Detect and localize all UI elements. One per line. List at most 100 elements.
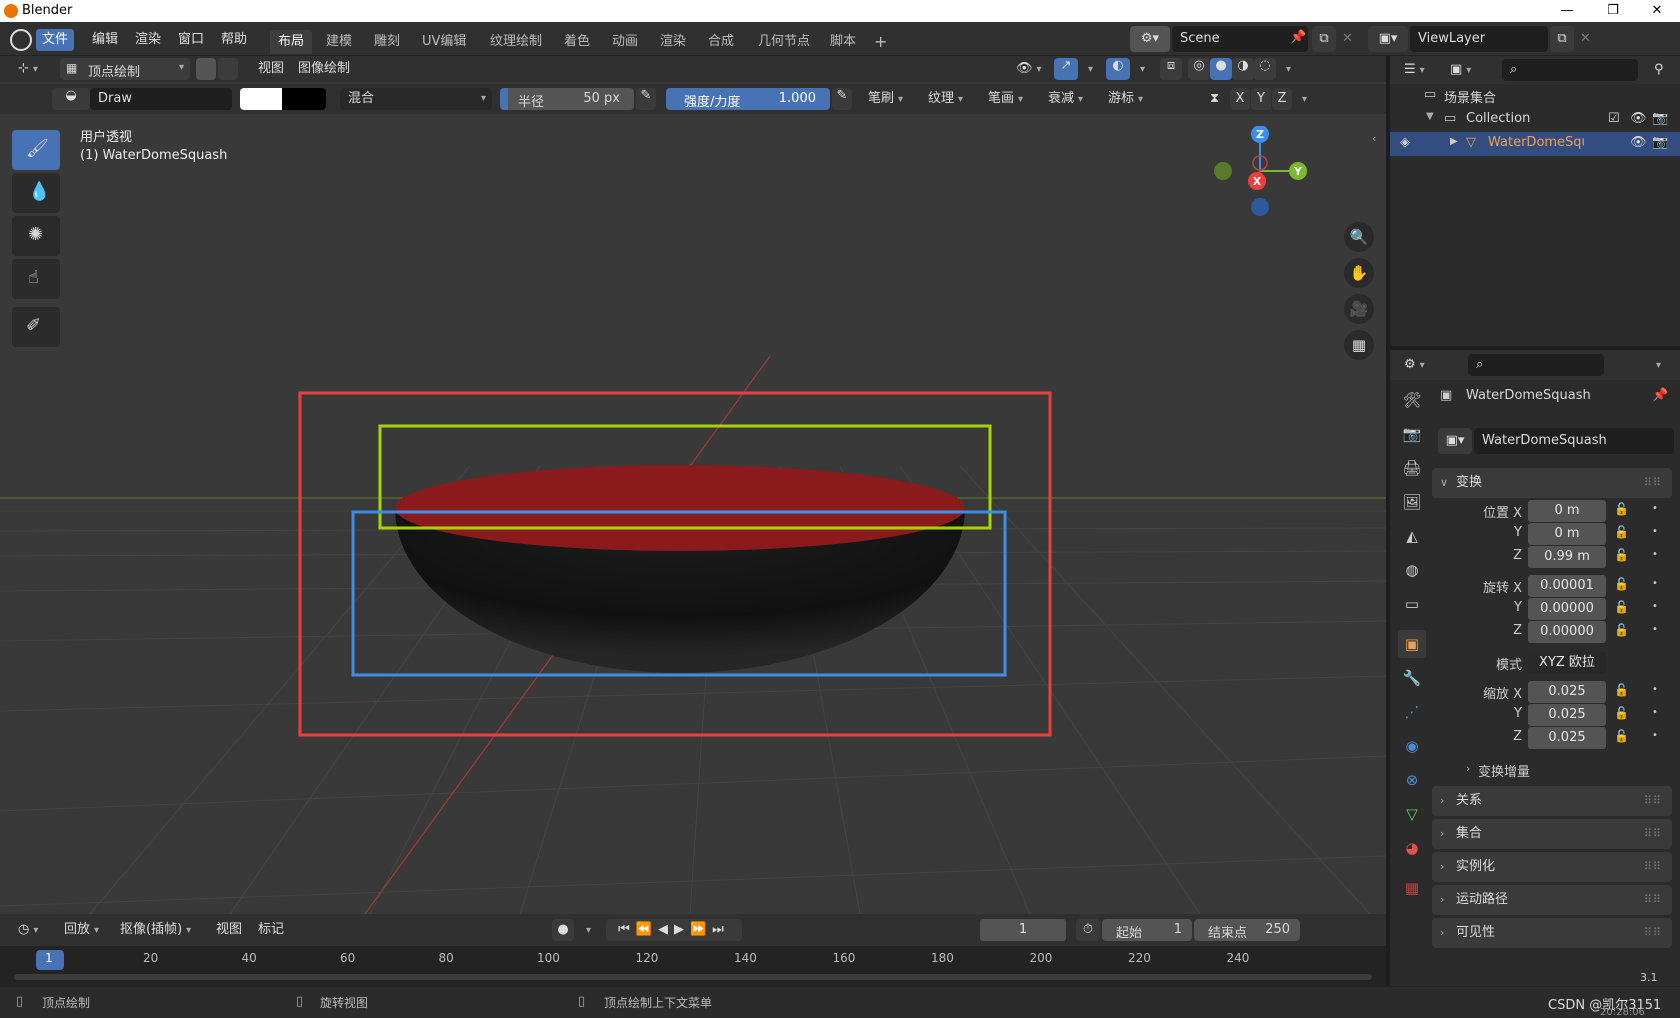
visibility-panel-header[interactable]: › 可见性 ⠿⠿ [1432, 918, 1672, 948]
editor-type-icon[interactable]: ⊹ ▾ [12, 58, 44, 80]
overlay-dropdown[interactable]: ▾ [1130, 58, 1151, 80]
tab-modeling[interactable]: 建模 [318, 30, 360, 54]
zoom-icon[interactable]: 🔍 [1344, 222, 1374, 252]
timeline-ruler[interactable]: 1 20 40 60 80 100 120 140 160 180 200 220 240 [0, 946, 1386, 986]
symmetry-dropdown[interactable]: ▾ [1292, 88, 1313, 110]
end-frame-field[interactable]: 结束点 250 [1194, 919, 1300, 941]
gizmo-toggle-icon[interactable]: ↗ [1054, 58, 1078, 80]
pan-hand-icon[interactable]: ✋ [1344, 258, 1374, 288]
keyframe-dot-icon[interactable]: • [1652, 624, 1658, 635]
tab-rendering[interactable]: 渲染 [652, 30, 694, 54]
new-scene-icon[interactable]: ⧉ [1312, 26, 1336, 52]
maximize-button[interactable]: ❐ [1590, 0, 1636, 22]
texture-tab-icon[interactable]: ▦ [1398, 874, 1426, 902]
pin-icon[interactable]: 📌 [1290, 30, 1306, 45]
material-shading-icon[interactable]: ◑ [1232, 58, 1254, 80]
lock-icon[interactable]: 🔓 [1614, 623, 1629, 637]
primary-color-swatch[interactable] [240, 88, 282, 110]
keyframe-dot-icon[interactable]: • [1652, 601, 1658, 612]
mirror-x-toggle[interactable]: X [1230, 88, 1250, 110]
properties-search-input[interactable]: ⌕ [1468, 354, 1604, 376]
mesh-data-tab-icon[interactable]: ▽ [1398, 800, 1426, 828]
secondary-color-swatch[interactable] [282, 88, 326, 110]
ortho-grid-icon[interactable]: ▦ [1344, 330, 1374, 360]
material-tab-icon[interactable]: ◕ [1398, 834, 1426, 862]
gizmo-dropdown[interactable]: ▾ [1078, 58, 1099, 80]
delete-scene-icon[interactable]: ✕ [1342, 31, 1353, 46]
keyframe-dot-icon[interactable]: • [1652, 707, 1658, 718]
solid-shading-icon[interactable]: ● [1210, 58, 1232, 80]
symmetry-icon[interactable]: ⧗ [1204, 88, 1225, 110]
object-row-waterdomesquash[interactable]: ◈ ▶ ▽ WaterDomeSquash 👁 📷 [1390, 132, 1680, 156]
smear-tool-button[interactable]: ☝ [12, 259, 60, 299]
object-eye-icon[interactable]: 👁 [1630, 135, 1647, 150]
scale-x-field[interactable]: 0.025 [1528, 681, 1606, 703]
eye-icon[interactable]: 👁 [1630, 111, 1647, 126]
rotation-x-field[interactable]: 0.00001 [1528, 575, 1606, 597]
rendered-shading-icon[interactable]: ◌ [1254, 58, 1276, 80]
record-icon[interactable]: ● [552, 919, 574, 941]
tab-compositing[interactable]: 合成 [700, 30, 742, 54]
keyframe-dot-icon[interactable]: • [1652, 578, 1658, 589]
filter-icon[interactable]: ⚲ [1648, 59, 1670, 81]
preview-range-icon[interactable]: ⏱ [1076, 919, 1100, 941]
mask-face-icon[interactable] [196, 58, 216, 80]
object-browse-icon[interactable]: ▣▾ [1438, 428, 1472, 454]
strength-slider[interactable]: 强度/力度 1.000 [666, 88, 830, 110]
menu-render[interactable]: 渲染 [129, 29, 167, 51]
draw-tool-button[interactable]: 🖌 [12, 130, 60, 170]
rotation-y-field[interactable]: 0.00000 [1528, 598, 1606, 620]
menu-marker[interactable]: 标记 [252, 919, 290, 941]
brush-preview-icon[interactable]: ◒ [52, 88, 90, 110]
outliner-editor-type-icon[interactable]: ☰ ▾ [1398, 59, 1431, 81]
xray-icon[interactable]: ⧈ [1160, 58, 1182, 80]
object-tab-icon[interactable]: ▣ [1398, 630, 1426, 658]
wireframe-shading-icon[interactable]: ◎ [1188, 58, 1210, 80]
output-tab-icon[interactable]: 🖨 [1398, 454, 1426, 482]
object-render-icon[interactable]: 📷 [1652, 135, 1668, 150]
instancing-panel-header[interactable]: › 实例化 ⠿⠿ [1432, 852, 1672, 882]
panel-falloff[interactable]: 衰减 ▾ [1042, 88, 1089, 110]
mirror-y-toggle[interactable]: Y [1251, 88, 1271, 110]
display-mode-icon[interactable]: ▣ ▾ [1444, 59, 1477, 81]
lock-icon[interactable]: 🔓 [1614, 706, 1629, 720]
properties-editor-type-icon[interactable]: ⚙ ▾ [1398, 354, 1431, 376]
keyframe-dot-icon[interactable]: • [1652, 549, 1658, 560]
menu-help[interactable]: 帮助 [215, 29, 253, 51]
blend-mode-dropdown[interactable]: 混合 ▾ [340, 88, 492, 110]
scale-y-field[interactable]: 0.025 [1528, 704, 1606, 726]
lock-icon[interactable]: 🔓 [1614, 502, 1629, 516]
close-button[interactable]: ✕ [1634, 0, 1680, 22]
tab-uv-editing[interactable]: UV编辑 [414, 30, 474, 54]
blur-tool-button[interactable]: 💧 [12, 173, 60, 213]
radius-pressure-icon[interactable]: ✎ [636, 88, 656, 110]
record-dropdown[interactable]: ▾ [576, 919, 597, 941]
scale-z-field[interactable]: 0.025 [1528, 727, 1606, 749]
tab-layout[interactable]: 布局 [270, 30, 313, 54]
tab-animation[interactable]: 动画 [604, 30, 646, 54]
timeline-menu-view[interactable]: 视图 [210, 919, 248, 941]
menu-keying[interactable]: 抠像(插帧) ▾ [114, 919, 197, 941]
relations-panel-header[interactable]: › 关系 ⠿⠿ [1432, 786, 1672, 816]
menu-playback[interactable]: 回放 ▾ [58, 919, 105, 941]
scene-tab-icon[interactable]: ◭ [1398, 522, 1426, 550]
drag-handle-icon[interactable]: ⠿⠿ [1644, 918, 1662, 948]
location-z-field[interactable]: 0.99 m [1528, 546, 1606, 568]
delete-view-layer-icon[interactable]: ✕ [1580, 31, 1591, 46]
lock-icon[interactable]: 🔓 [1614, 548, 1629, 562]
render-camera-icon[interactable]: 📷 [1652, 111, 1668, 126]
lock-icon[interactable]: 🔓 [1614, 525, 1629, 539]
delta-transform-subpanel[interactable]: 变换增量 [1478, 761, 1530, 780]
modifier-tab-icon[interactable]: 🔧 [1398, 664, 1426, 692]
world-tab-icon[interactable]: ◍ [1398, 556, 1426, 584]
properties-options-icon[interactable]: ▾ [1646, 354, 1667, 376]
drag-handle-icon[interactable]: ⠿⠿ [1644, 468, 1662, 498]
visibility-icon[interactable]: 👁 ▾ [1010, 58, 1048, 80]
menu-view[interactable]: 视图 [252, 58, 290, 80]
strength-pressure-icon[interactable]: ✎ [832, 88, 852, 110]
timeline-scrollbar[interactable] [14, 974, 1372, 980]
view-layer-tab-icon[interactable]: 🖼 [1398, 488, 1426, 516]
collection-expand-icon[interactable]: ▼ [1426, 111, 1434, 122]
physics-tab-icon[interactable]: ◉ [1398, 732, 1426, 760]
start-frame-field[interactable]: 起始 1 [1102, 919, 1192, 941]
